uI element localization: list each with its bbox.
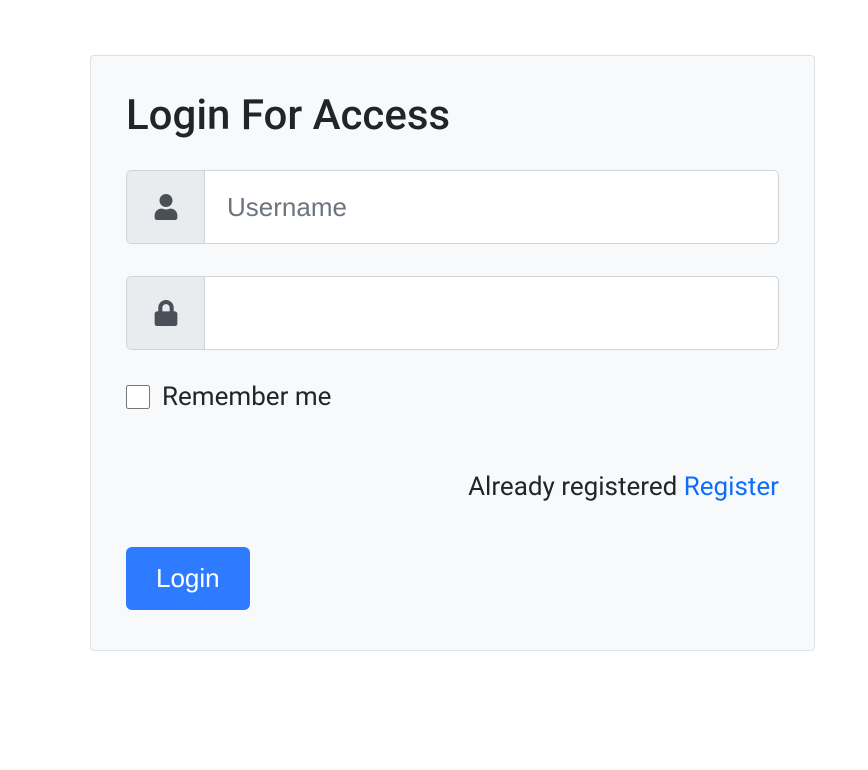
card-title: Login For Access [126, 91, 779, 140]
user-icon [126, 170, 204, 244]
login-card: Login For Access Remember me Already reg… [90, 55, 815, 651]
password-group [126, 276, 779, 350]
register-row: Already registered Register [126, 472, 779, 502]
password-input[interactable] [204, 276, 779, 350]
login-button[interactable]: Login [126, 547, 250, 610]
lock-icon [126, 276, 204, 350]
register-text: Already registered [468, 472, 684, 502]
remember-row: Remember me [126, 382, 779, 412]
register-link[interactable]: Register [684, 472, 779, 502]
remember-checkbox[interactable] [126, 385, 150, 409]
username-input[interactable] [204, 170, 779, 244]
username-group [126, 170, 779, 244]
remember-label: Remember me [162, 382, 331, 412]
